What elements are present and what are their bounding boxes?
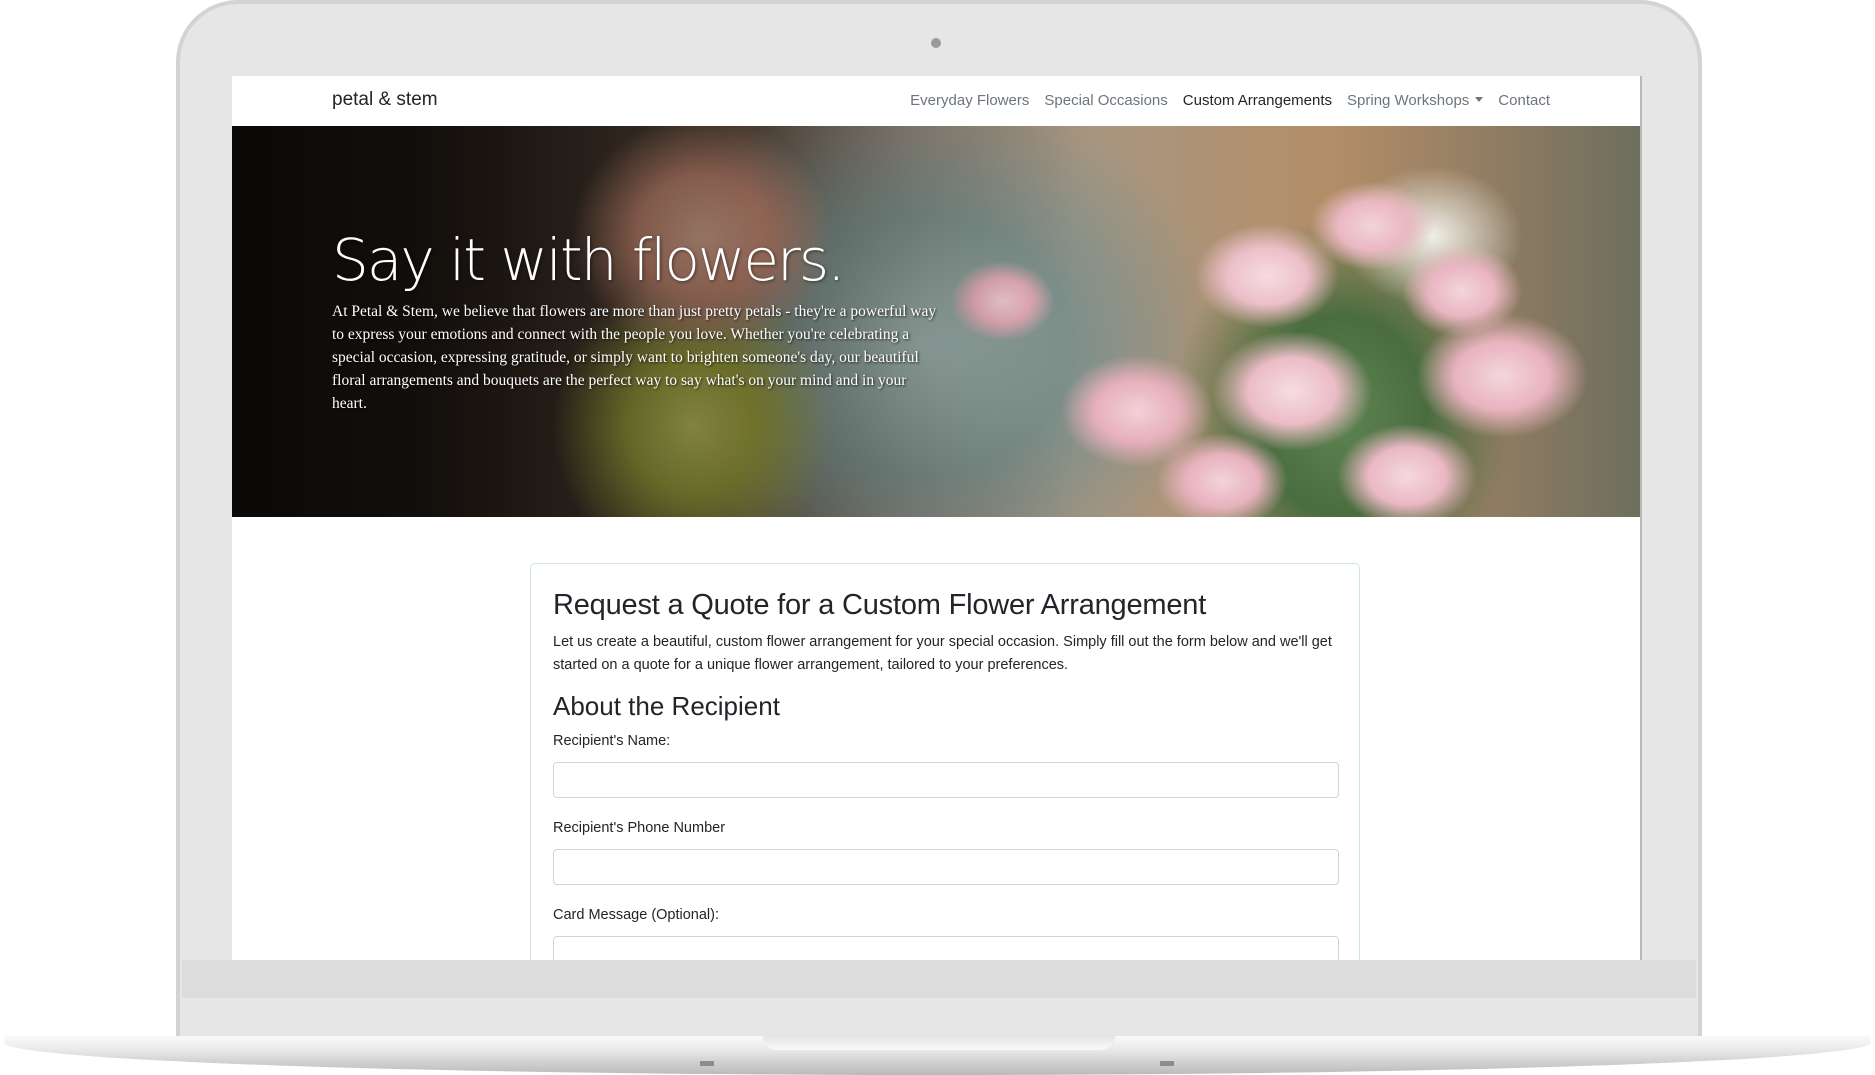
nav-link-special-occasions[interactable]: Special Occasions xyxy=(1044,92,1167,109)
form-title: Request a Quote for a Custom Flower Arra… xyxy=(553,589,1207,621)
recipient-name-label: Recipient's Name: xyxy=(553,733,671,749)
field-group-recipient-name: Recipient's Name: xyxy=(553,731,1339,798)
hero-banner: Say it with flowers. At Petal & Stem, we… xyxy=(232,126,1640,517)
laptop-foot-right xyxy=(1160,1061,1174,1066)
nav-item-spring-workshops: Spring Workshops xyxy=(1347,92,1484,110)
hero-description: At Petal & Stem, we believe that flowers… xyxy=(332,303,937,412)
card-message-label: Card Message (Optional): xyxy=(553,907,720,923)
screen-edge xyxy=(1640,76,1642,960)
nav-dropdown-label: Spring Workshops xyxy=(1347,92,1470,109)
brand-logo[interactable]: petal & stem xyxy=(332,89,438,111)
form-intro: Let us create a beautiful, custom flower… xyxy=(553,634,1332,673)
quote-form-card: Request a Quote for a Custom Flower Arra… xyxy=(530,563,1360,960)
card-message-input[interactable] xyxy=(553,936,1339,960)
laptop-foot-left xyxy=(700,1061,714,1066)
recipient-name-input[interactable] xyxy=(553,762,1339,798)
laptop-notch xyxy=(763,1036,1115,1050)
nav-item-special-occasions: Special Occasions xyxy=(1044,92,1167,110)
hero-title: Say it with flowers. xyxy=(332,226,846,294)
laptop-chin xyxy=(182,960,1696,998)
nav-link-everyday-flowers[interactable]: Everyday Flowers xyxy=(910,92,1029,109)
navbar: petal & stem Everyday Flowers Special Oc… xyxy=(232,76,1642,126)
recipient-phone-input[interactable] xyxy=(553,849,1339,885)
field-group-recipient-phone: Recipient's Phone Number xyxy=(553,818,1339,885)
nav-dropdown-spring-workshops[interactable]: Spring Workshops xyxy=(1347,92,1484,109)
nav-item-custom-arrangements: Custom Arrangements xyxy=(1183,92,1332,110)
nav-menu: Everyday Flowers Special Occasions Custo… xyxy=(910,92,1550,110)
section-title-recipient: About the Recipient xyxy=(553,691,780,721)
nav-link-contact[interactable]: Contact xyxy=(1498,92,1550,109)
field-group-card-message: Card Message (Optional): xyxy=(553,905,1339,960)
nav-link-custom-arrangements[interactable]: Custom Arrangements xyxy=(1183,92,1332,109)
browser-viewport: petal & stem Everyday Flowers Special Oc… xyxy=(232,76,1642,960)
recipient-phone-label: Recipient's Phone Number xyxy=(553,820,726,836)
nav-item-everyday-flowers: Everyday Flowers xyxy=(910,92,1029,110)
nav-item-contact: Contact xyxy=(1498,92,1550,110)
camera-icon xyxy=(931,38,941,48)
caret-down-icon xyxy=(1475,97,1484,102)
